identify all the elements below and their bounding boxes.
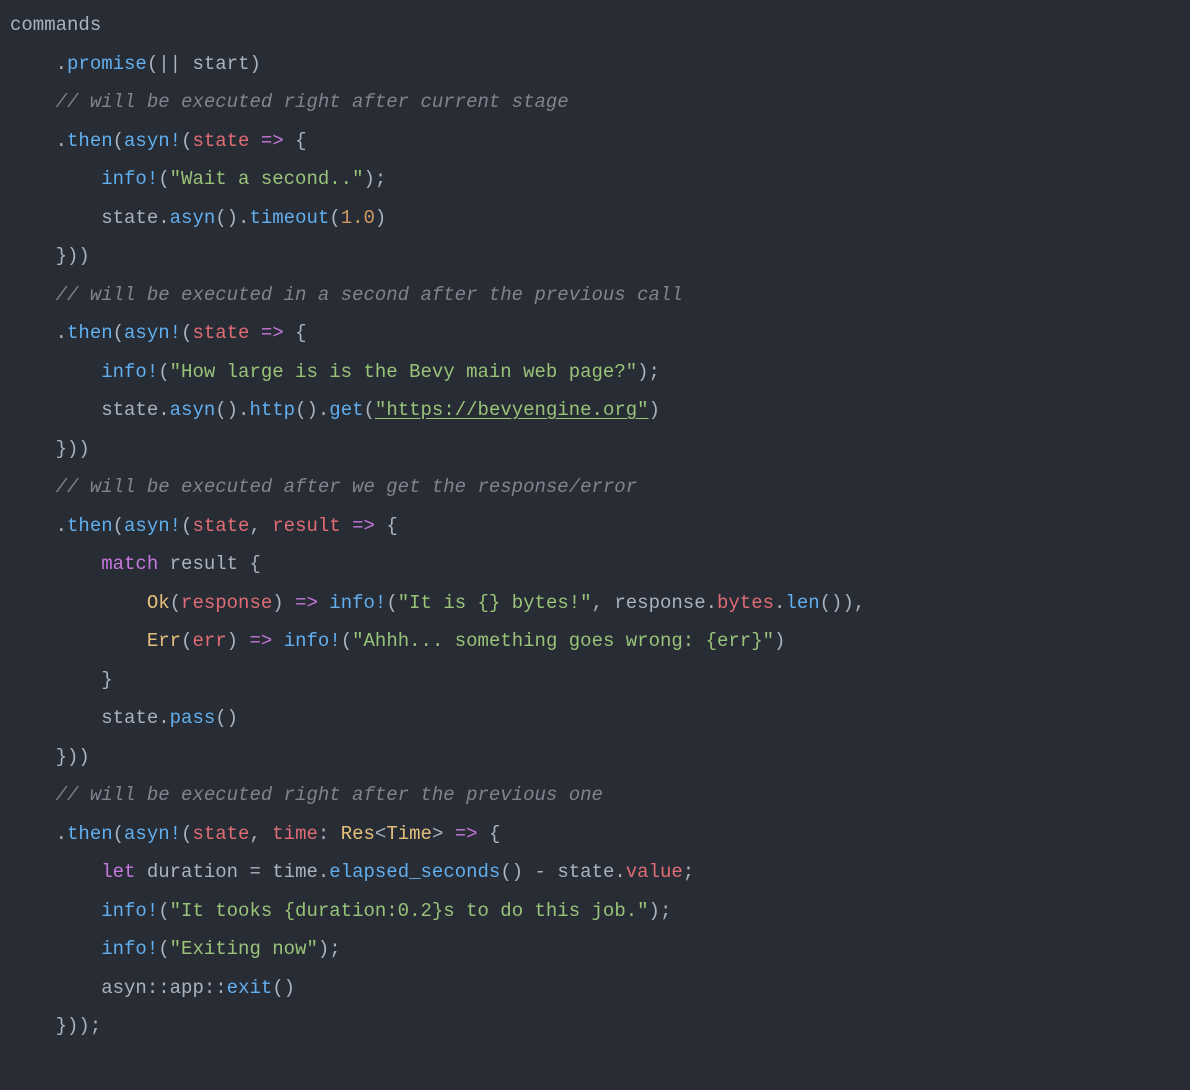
method-asyn-1: asyn	[170, 207, 216, 229]
rbrace-match: }	[101, 669, 112, 691]
num-1-0: 1.0	[341, 207, 375, 229]
comment-in-second: // will be executed in a second after th…	[56, 284, 683, 306]
method-asyn-2: asyn	[170, 399, 216, 421]
macro-info-1: info	[101, 168, 147, 190]
ident-err: err	[192, 630, 226, 652]
ident-time: time	[272, 823, 318, 845]
arrow-3: =>	[352, 515, 375, 537]
ident-state-2: state	[101, 207, 158, 229]
lbrace-3: {	[386, 515, 397, 537]
str-tooks: "It tooks {duration:0.2}s to do this job…	[170, 900, 649, 922]
method-http: http	[249, 399, 295, 421]
ident-value: value	[626, 861, 683, 883]
method-promise: promise	[67, 53, 147, 75]
type-ok: Ok	[147, 592, 170, 614]
comment-after-prev: // will be executed right after the prev…	[56, 784, 603, 806]
closure-bars: ||	[158, 53, 181, 75]
str-wait: "Wait a second.."	[170, 168, 364, 190]
comment-after-stage: // will be executed right after current …	[56, 91, 569, 113]
macro-asyn-4: asyn	[124, 823, 170, 845]
lbrace-1: {	[295, 130, 306, 152]
arrow-5: =>	[249, 630, 272, 652]
method-exit: exit	[227, 977, 273, 999]
ident-state-4: state	[101, 399, 158, 421]
method-then-4: then	[67, 823, 113, 845]
method-elapsed: elapsed_seconds	[329, 861, 500, 883]
type-err: Err	[147, 630, 181, 652]
macro-asyn-1: asyn	[124, 130, 170, 152]
arrow-4: =>	[295, 592, 318, 614]
lbrace-2: {	[295, 322, 306, 344]
rbrace-pp-semi: }));	[56, 1015, 102, 1037]
ident-state-3: state	[192, 322, 249, 344]
ident-state-8: state	[557, 861, 614, 883]
ident-start: start	[192, 53, 249, 75]
macro-asyn-2: asyn	[124, 322, 170, 344]
method-len: len	[785, 592, 819, 614]
ident-state-1: state	[192, 130, 249, 152]
rbrace-pp-3: }))	[56, 746, 90, 768]
macro-info-6: info	[101, 938, 147, 960]
code-block: commands .promise(|| start) // will be e…	[0, 0, 1190, 1064]
macro-info-5: info	[101, 900, 147, 922]
str-it-is-bytes: "It is {} bytes!"	[398, 592, 592, 614]
ident-response-2: response	[614, 592, 705, 614]
bang-1: !	[170, 130, 181, 152]
method-then-3: then	[67, 515, 113, 537]
path-asyn: asyn	[101, 977, 147, 999]
ident-bytes: bytes	[717, 592, 774, 614]
macro-asyn-3: asyn	[124, 515, 170, 537]
kw-match: match	[101, 553, 158, 575]
ident-response: response	[181, 592, 272, 614]
lbrace-5: {	[489, 823, 500, 845]
kw-let: let	[101, 861, 135, 883]
str-exiting: "Exiting now"	[170, 938, 318, 960]
ident-result-1: result	[272, 515, 340, 537]
rbrace-pp-2: }))	[56, 438, 90, 460]
ident-state-7: state	[192, 823, 249, 845]
path-app: app	[170, 977, 204, 999]
macro-info-3: info	[329, 592, 375, 614]
str-url[interactable]: "https://bevyengine.org"	[375, 399, 649, 421]
rbrace-pp-1: }))	[56, 245, 90, 267]
str-ahhh: "Ahhh... something goes wrong: {err}"	[352, 630, 774, 652]
lbrace-4: {	[249, 553, 260, 575]
method-pass: pass	[170, 707, 216, 729]
method-timeout: timeout	[249, 207, 329, 229]
arrow-6: =>	[455, 823, 478, 845]
str-how-large: "How large is is the Bevy main web page?…	[170, 361, 637, 383]
method-get: get	[329, 399, 363, 421]
ident-result-2: result	[170, 553, 238, 575]
method-then-1: then	[67, 130, 113, 152]
arrow-2: =>	[261, 322, 284, 344]
ident-state-6: state	[101, 707, 158, 729]
method-then-2: then	[67, 322, 113, 344]
ident-time-2: time	[272, 861, 318, 883]
arrow-1: =>	[261, 130, 284, 152]
ident-duration: duration	[147, 861, 238, 883]
type-res: Res	[341, 823, 375, 845]
ident-commands: commands	[10, 14, 101, 36]
type-time: Time	[386, 823, 432, 845]
macro-info-2: info	[101, 361, 147, 383]
macro-info-4: info	[284, 630, 330, 652]
comment-after-resp: // will be executed after we get the res…	[56, 476, 638, 498]
ident-state-5: state	[192, 515, 249, 537]
